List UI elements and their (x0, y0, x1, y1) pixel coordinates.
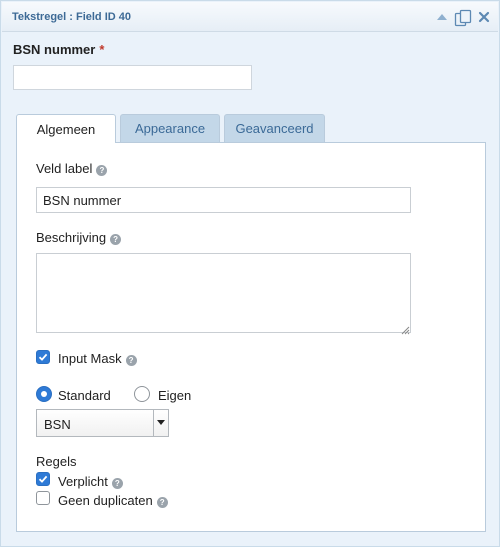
rule-no-duplicates-checkbox[interactable] (36, 491, 50, 505)
mask-type-custom-label: Eigen (158, 388, 192, 403)
field-preview-label-text: BSN nummer (13, 42, 96, 57)
description-textarea[interactable] (36, 253, 411, 333)
help-icon[interactable]: ? (125, 355, 137, 366)
tab-appearance[interactable]: Appearance (120, 114, 220, 142)
rule-no-duplicates-label-text: Geen duplicaten (58, 493, 153, 508)
rule-required-label: Verplicht? (58, 474, 123, 489)
collapse-icon[interactable] (434, 9, 450, 25)
rule-no-duplicates-label: Geen duplicaten? (58, 493, 168, 508)
field-label-heading-text: Veld label (36, 161, 93, 176)
mask-type-standard-label: Standard (58, 388, 111, 403)
help-icon[interactable]: ? (96, 165, 108, 176)
chevron-down-icon[interactable] (153, 410, 168, 436)
input-mask-checkbox[interactable] (36, 350, 50, 364)
field-preview-label: BSN nummer * (13, 42, 104, 57)
field-preview-input[interactable] (13, 65, 252, 90)
rule-required-label-text: Verplicht (58, 474, 108, 489)
description-heading-text: Beschrijving (36, 230, 107, 245)
mask-type-standard-radio[interactable] (36, 386, 52, 402)
field-label-heading: Veld label? (36, 161, 108, 176)
mask-type-custom-radio[interactable] (134, 386, 150, 402)
input-mask-label: Input Mask? (58, 351, 137, 366)
rule-required-checkbox[interactable] (36, 472, 50, 486)
input-mask-label-text: Input Mask (58, 351, 122, 366)
rules-heading: Regels (36, 454, 77, 469)
tab-geavanceerd[interactable]: Geavanceerd (224, 114, 325, 142)
panel-titlebar: Tekstregel : Field ID 40 (2, 2, 498, 32)
mask-select[interactable]: BSN (36, 409, 169, 437)
close-icon[interactable] (476, 9, 492, 25)
field-label-input[interactable] (36, 187, 411, 213)
tab-panel-algemeen: Veld label? Beschrijving? Input Mask? St… (16, 142, 486, 532)
help-icon[interactable]: ? (111, 478, 123, 489)
mask-select-value: BSN (44, 417, 71, 432)
description-heading: Beschrijving? (36, 230, 122, 245)
resize-grip-icon[interactable] (400, 322, 410, 335)
help-icon[interactable]: ? (110, 234, 122, 245)
field-editor-panel: Tekstregel : Field ID 40 BSN nummer * Alg… (0, 0, 500, 547)
help-icon[interactable]: ? (156, 497, 168, 508)
panel-title: Tekstregel : Field ID 40 (12, 11, 132, 23)
duplicate-icon[interactable] (454, 9, 472, 27)
tab-algemeen[interactable]: Algemeen (16, 114, 116, 143)
required-marker: * (99, 42, 105, 57)
